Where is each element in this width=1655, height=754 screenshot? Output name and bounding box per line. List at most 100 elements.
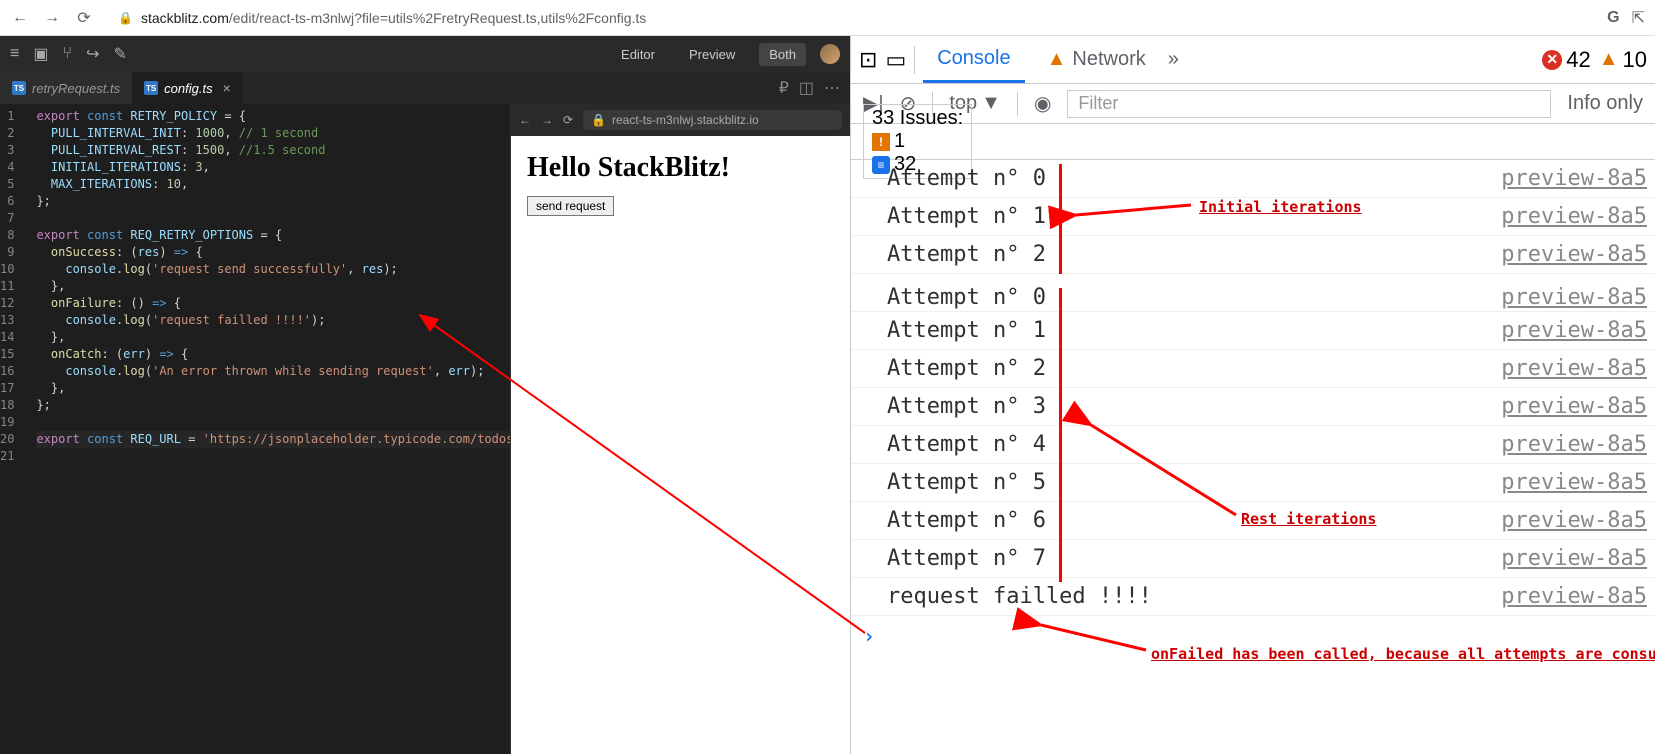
annotation-onfailed: onFailed has been called, because all at… (1151, 645, 1655, 663)
network-tab[interactable]: ▲ Network (1033, 36, 1160, 83)
editor-view-button[interactable]: Editor (611, 43, 665, 66)
inspect-icon[interactable]: ⊡ (859, 47, 877, 73)
preview-heading: Hello StackBlitz! (527, 152, 834, 184)
back-icon[interactable]: ← (10, 8, 30, 28)
tabs-right-icons: ₽ ◫ ⋯ (779, 72, 850, 104)
console-source-link[interactable]: preview-8a5 (1501, 546, 1655, 571)
issues-label: 33 Issues: (872, 107, 963, 129)
issue-warn-count: 1 (894, 130, 905, 153)
console-row: Attempt n° 1preview-8a5 (851, 312, 1655, 350)
browser-chrome: ← → ⟳ 🔒 stackblitz.com/edit/react-ts-m3n… (0, 0, 1655, 36)
console-source-link[interactable]: preview-8a5 (1501, 432, 1655, 457)
console-row: Attempt n° 2preview-8a5 (851, 236, 1655, 274)
warning-icon: ▲ (1047, 48, 1067, 71)
menu-icon[interactable]: ≡ (10, 45, 19, 63)
edit-icon[interactable]: ✎ (113, 44, 126, 64)
line-gutter: 123456789101112131415161718192021 (0, 104, 26, 754)
google-icon[interactable]: G (1607, 9, 1619, 27)
devtools-pane: ⊡ ▭ Console ▲ Network » ✕ 42 ▲ 10 ▶| (850, 36, 1655, 754)
reload-icon[interactable]: ⟳ (74, 8, 94, 28)
code-editor[interactable]: 123456789101112131415161718192021 export… (0, 104, 510, 754)
install-icon[interactable]: ⇱ (1632, 8, 1645, 28)
preview-url[interactable]: 🔒 react-ts-m3nlwj.stackblitz.io (583, 110, 842, 130)
url-bar[interactable]: 🔒 stackblitz.com/edit/react-ts-m3nlwj?fi… (106, 4, 1595, 32)
annotation-initial: Initial iterations (1199, 198, 1362, 216)
lock-icon: 🔒 (118, 11, 133, 25)
error-count[interactable]: ✕ 42 (1542, 47, 1590, 73)
console-message: Attempt n° 2 (887, 242, 1501, 267)
console-message: Attempt n° 1 (887, 318, 1501, 343)
send-request-button[interactable]: send request (527, 196, 614, 216)
preview-url-text: react-ts-m3nlwj.stackblitz.io (612, 113, 759, 127)
more-tabs-icon[interactable]: » (1168, 48, 1179, 71)
warning-number: 10 (1623, 47, 1647, 73)
filter-input[interactable]: Filter (1067, 90, 1551, 118)
preview-reload-icon[interactable]: ⟳ (563, 113, 573, 127)
console-source-link[interactable]: preview-8a5 (1501, 470, 1655, 495)
console-message: Attempt n° 5 (887, 470, 1501, 495)
console-row: Attempt n° 4preview-8a5 (851, 426, 1655, 464)
console-source-link[interactable]: preview-8a5 (1501, 204, 1655, 229)
console-source-link[interactable]: preview-8a5 (1501, 318, 1655, 343)
both-view-button[interactable]: Both (759, 43, 806, 66)
console-source-link[interactable]: preview-8a5 (1501, 285, 1655, 310)
device-icon[interactable]: ▭ (885, 47, 906, 73)
preview-view-button[interactable]: Preview (679, 43, 745, 66)
editor-tabs: TS retryRequest.ts TS config.ts × ₽ ◫ ⋯ (0, 72, 850, 104)
chevron-down-icon: ▼ (981, 92, 1001, 115)
console-row: Attempt n° 0preview-8a5 (851, 274, 1655, 312)
network-tab-label: Network (1072, 48, 1145, 71)
console-message: Attempt n° 1 (887, 204, 1501, 229)
error-number: 42 (1566, 47, 1590, 73)
console-source-link[interactable]: preview-8a5 (1501, 242, 1655, 267)
preview-forward-icon[interactable]: → (541, 113, 553, 127)
tab-label: config.ts (164, 81, 212, 96)
ts-icon: TS (12, 81, 26, 95)
level-filter[interactable]: Info only (1567, 92, 1643, 115)
sb-header: ≡ ▣ ⑂ ↪ ✎ Editor Preview Both (0, 36, 850, 72)
lock-icon: 🔒 (591, 113, 606, 127)
code-content: export const RETRY_POLICY = { PULL_INTER… (26, 104, 542, 754)
split-icon[interactable]: ◫ (799, 78, 814, 98)
preview-toolbar: ← → ⟳ 🔒 react-ts-m3nlwj.stackblitz.io (511, 104, 850, 136)
tab-config[interactable]: TS config.ts × (132, 72, 243, 104)
console-row: Attempt n° 2preview-8a5 (851, 350, 1655, 388)
preview-back-icon[interactable]: ← (519, 113, 531, 127)
chrome-right-icons: G ⇱ (1607, 8, 1645, 28)
url-text: stackblitz.com/edit/react-ts-m3nlwj?file… (141, 10, 646, 26)
ts-icon: TS (144, 81, 158, 95)
console-tab[interactable]: Console (923, 36, 1024, 83)
console-source-link[interactable]: preview-8a5 (1501, 394, 1655, 419)
tab-retryrequest[interactable]: TS retryRequest.ts (0, 72, 132, 104)
console-source-link[interactable]: preview-8a5 (1501, 508, 1655, 533)
preview-content: Hello StackBlitz! send request (511, 136, 850, 754)
issue-warning-icon: ! (872, 133, 890, 151)
console-message: Attempt n° 0 (887, 285, 1501, 310)
fork-icon[interactable]: ⑂ (62, 45, 72, 63)
share-icon[interactable]: ↪ (86, 44, 99, 64)
console-row: Attempt n° 5preview-8a5 (851, 464, 1655, 502)
console-source-link[interactable]: preview-8a5 (1501, 584, 1655, 609)
close-icon[interactable]: × (223, 80, 231, 96)
console-row: request failled !!!!preview-8a5 (851, 578, 1655, 616)
console-message: Attempt n° 3 (887, 394, 1501, 419)
console-source-link[interactable]: preview-8a5 (1501, 356, 1655, 381)
save-icon[interactable]: ▣ (33, 44, 48, 64)
console-message: Attempt n° 0 (887, 166, 1501, 191)
console-row: Attempt n° 7preview-8a5 (851, 540, 1655, 578)
live-expression-icon[interactable]: ◉ (1034, 91, 1051, 116)
forward-icon[interactable]: → (42, 8, 62, 28)
error-icon: ✕ (1542, 50, 1562, 70)
more-icon[interactable]: ⋯ (824, 78, 840, 98)
avatar[interactable] (820, 44, 840, 64)
tab-label: retryRequest.ts (32, 81, 120, 96)
console-output: Attempt n° 0preview-8a5Attempt n° 1previ… (851, 160, 1655, 754)
console-source-link[interactable]: preview-8a5 (1501, 166, 1655, 191)
warning-icon: ▲ (1599, 48, 1619, 71)
warning-count[interactable]: ▲ 10 (1599, 47, 1647, 73)
console-message: Attempt n° 4 (887, 432, 1501, 457)
console-message: request failled !!!! (887, 584, 1501, 609)
prettier-icon[interactable]: ₽ (779, 78, 789, 98)
issues-bar: 33 Issues: ! 1 ≡ 32 (851, 124, 1655, 160)
console-message: Attempt n° 6 (887, 508, 1501, 533)
